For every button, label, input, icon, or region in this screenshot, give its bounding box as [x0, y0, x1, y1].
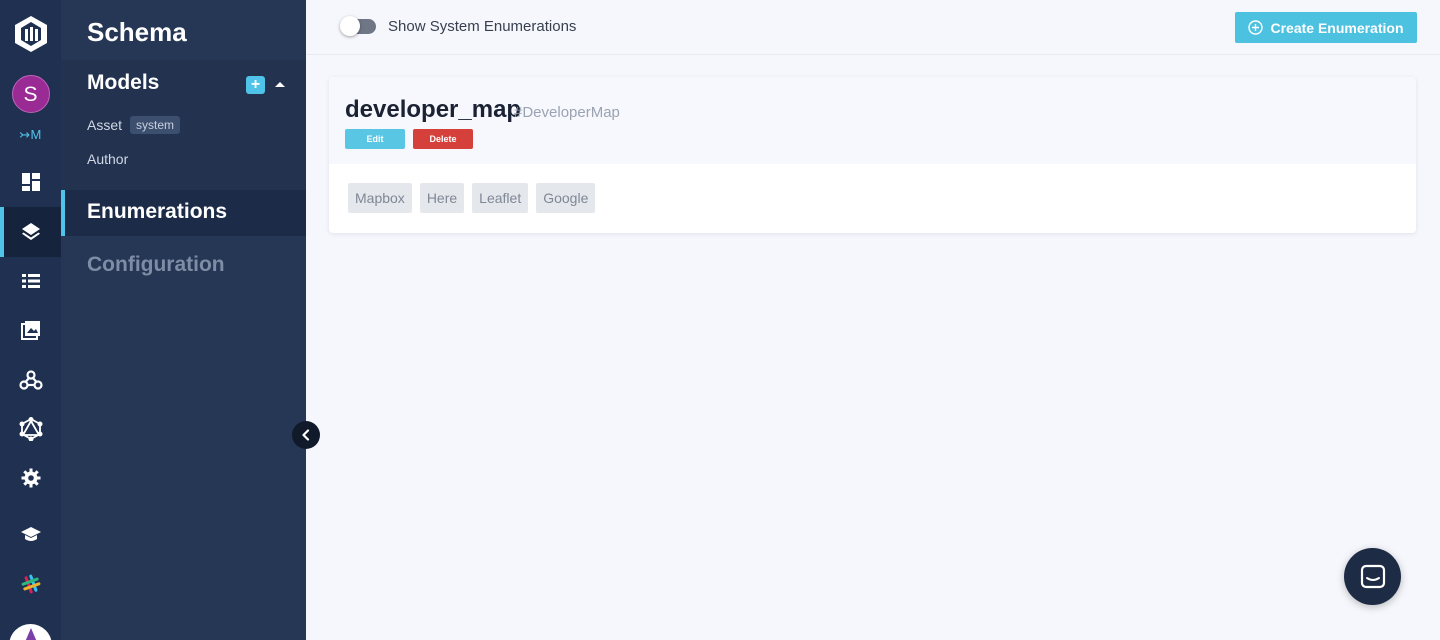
project-switcher[interactable]: ↣M: [0, 112, 61, 158]
content-list-icon[interactable]: [0, 257, 61, 305]
models-heading: Models: [87, 71, 160, 94]
slack-icon[interactable]: [0, 560, 61, 608]
learn-graduation-cap-icon[interactable]: [0, 511, 61, 559]
enumerations-label: Enumerations: [87, 200, 228, 223]
toolbar: Show System Enumerations Create Enumerat…: [306, 0, 1440, 55]
enum-value-chip: Leaflet: [472, 183, 529, 213]
user-avatar[interactable]: [9, 624, 52, 640]
edit-button[interactable]: Edit: [345, 129, 405, 149]
plus-circle-icon: [1248, 20, 1264, 35]
enumeration-api-id: #DeveloperMap: [514, 104, 620, 121]
chat-launcher-button[interactable]: [1344, 548, 1401, 605]
toggle-knob: [340, 16, 360, 36]
system-enumerations-toggle[interactable]: [340, 16, 376, 36]
settings-gear-icon[interactable]: [0, 454, 61, 502]
sidebar-title: Schema: [87, 17, 187, 47]
dashboard-icon[interactable]: [0, 158, 61, 206]
system-badge: system: [130, 116, 181, 134]
enum-value-chip: Mapbox: [348, 183, 412, 213]
sidebar-item-asset[interactable]: Asset: [87, 117, 122, 133]
collapse-models-icon[interactable]: [275, 82, 285, 87]
enumeration-values: Mapbox Here Leaflet Google: [348, 183, 596, 213]
graphql-playground-icon[interactable]: [0, 405, 61, 453]
sidebar-item-enumerations[interactable]: Enumerations: [61, 190, 306, 236]
toggle-label: Show System Enumerations: [388, 18, 577, 35]
project-avatar[interactable]: S: [0, 70, 61, 118]
create-enumeration-label: Create Enumeration: [1270, 19, 1404, 36]
chat-icon: [1360, 564, 1385, 588]
avatar-initial: S: [11, 75, 50, 113]
project-switcher-label: ↣M: [19, 127, 42, 142]
collapse-sidebar-button[interactable]: [292, 421, 320, 449]
webhooks-icon[interactable]: [0, 356, 61, 404]
add-model-button[interactable]: +: [246, 76, 265, 94]
schema-sidebar: Schema Models + Asset system Author Enum…: [61, 0, 306, 640]
icon-rail: S ↣M: [0, 0, 61, 640]
chevron-left-icon: [302, 429, 310, 441]
delete-button[interactable]: Delete: [413, 129, 473, 149]
assets-image-icon[interactable]: [0, 306, 61, 354]
graphcms-logo-icon[interactable]: [0, 10, 61, 58]
sidebar-item-author[interactable]: Author: [87, 151, 128, 167]
enumeration-card: developer_map #DeveloperMap Edit Delete …: [329, 77, 1416, 233]
schema-layers-icon[interactable]: [0, 207, 61, 257]
enum-value-chip: Google: [536, 183, 596, 213]
create-enumeration-button[interactable]: Create Enumeration: [1235, 12, 1417, 43]
enum-value-chip: Here: [419, 183, 465, 213]
sidebar-item-configuration[interactable]: Configuration: [87, 253, 225, 277]
enumeration-name: developer_map: [345, 96, 522, 123]
